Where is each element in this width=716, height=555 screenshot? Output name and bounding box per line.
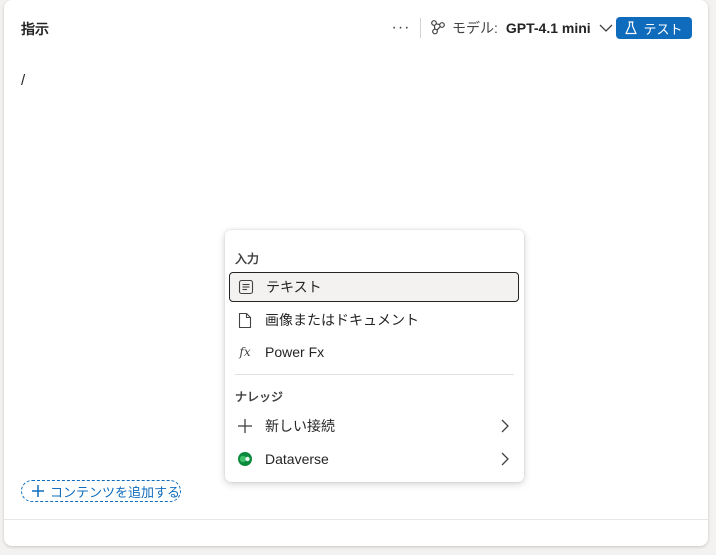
menu-section-knowledge: ナレッジ (235, 390, 284, 404)
text-document-icon (236, 279, 256, 295)
plus-icon (235, 418, 255, 434)
menu-item-image-or-document[interactable]: 画像またはドキュメント (229, 305, 519, 335)
panel-title: 指示 (21, 21, 49, 37)
menu-item-label: Dataverse (265, 451, 329, 467)
dataverse-icon (235, 451, 255, 467)
add-content-label: コンテンツを追加する (50, 484, 181, 500)
chevron-right-icon (501, 452, 509, 466)
menu-item-label: 新しい接続 (265, 418, 335, 434)
chevron-down-icon (599, 23, 613, 33)
menu-item-new-connection[interactable]: 新しい接続 (229, 411, 519, 441)
test-button[interactable]: テスト (616, 17, 692, 39)
model-value: GPT-4.1 mini (505, 20, 591, 36)
model-icon (430, 19, 446, 38)
model-label: モデル: (452, 20, 498, 36)
plus-icon (32, 485, 44, 497)
insert-menu: 入力 テキスト 画像またはドキュメント fx Power Fx ナレッジ 新しい… (225, 230, 524, 482)
flask-icon (625, 21, 638, 35)
menu-item-label: 画像またはドキュメント (265, 312, 419, 328)
panel-bottom-divider (4, 519, 708, 520)
fx-icon: fx (239, 345, 251, 359)
document-icon (235, 312, 255, 329)
menu-item-label: テキスト (266, 279, 322, 295)
menu-divider (235, 374, 514, 375)
ellipsis-icon: ··· (391, 19, 411, 36)
more-options-button[interactable]: ··· (388, 16, 414, 40)
menu-item-dataverse[interactable]: Dataverse (229, 444, 519, 474)
model-selector[interactable]: モデル: GPT-4.1 mini (430, 16, 613, 40)
chevron-right-icon (501, 419, 509, 433)
menu-item-power-fx[interactable]: fx Power Fx (229, 337, 519, 367)
add-content-button[interactable]: コンテンツを追加する (21, 480, 181, 502)
instruction-editor-text[interactable]: / (21, 72, 25, 89)
menu-section-input: 入力 (235, 252, 260, 266)
menu-item-label: Power Fx (265, 344, 325, 360)
toolbar-divider (420, 18, 421, 38)
menu-item-text[interactable]: テキスト (229, 272, 519, 302)
test-button-label: テスト (643, 21, 683, 37)
